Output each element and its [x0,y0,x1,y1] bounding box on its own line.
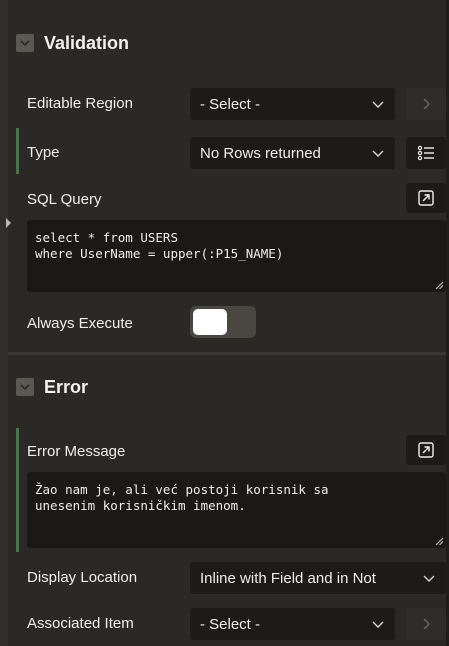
error-message-editor[interactable]: Žao nam je, ali već postoji korisnik sa u… [27,472,446,548]
always-execute-label: Always Execute [27,315,133,332]
display-location-label: Display Location [27,569,138,586]
editable-region-label: Editable Region [27,95,133,112]
toggle-knob [193,309,227,335]
type-list-button[interactable] [406,137,446,169]
error-section-title: Error [44,376,89,397]
error-message-line-2: unesenim korisničkim imenom. [35,498,246,513]
expand-icon [418,190,434,206]
property-editor-panel: Validation Editable Region - Select - Ty… [0,0,449,646]
validation-section-header[interactable]: Validation [16,22,129,64]
sql-query-line-1: select * from USERS [35,230,178,245]
validation-section-title: Validation [44,32,130,53]
required-indicator [16,128,19,174]
section-divider [8,352,446,355]
display-location-select[interactable]: Inline with Field and in Not [190,562,446,594]
chevron-down-icon [423,575,435,582]
chevron-down-icon [372,621,384,628]
associated-item-select[interactable]: - Select - [190,608,395,640]
chevron-down-icon [372,101,384,108]
type-label: Type [27,144,60,161]
required-indicator [16,428,19,552]
type-select[interactable]: No Rows returned [190,137,395,169]
editable-region-select[interactable]: - Select - [190,88,395,120]
sql-query-label: SQL Query [27,191,102,208]
associated-item-go-button[interactable] [406,608,446,640]
resize-grip-icon[interactable] [434,280,444,290]
chevron-down-icon[interactable] [16,378,34,396]
splitter-handle-icon[interactable] [6,218,11,228]
list-icon [417,145,434,161]
error-message-expand-button[interactable] [406,435,446,465]
error-message-line-1: Žao nam je, ali već postoji korisnik sa [35,482,329,497]
type-value: No Rows returned [200,144,321,162]
associated-item-label: Associated Item [27,615,134,632]
chevron-down-icon [372,150,384,157]
sql-query-line-2: where UserName = upper(:P15_NAME) [35,246,284,261]
resize-grip-icon[interactable] [434,536,444,546]
display-location-value: Inline with Field and in Not [200,569,376,587]
editable-region-go-button[interactable] [406,88,446,120]
chevron-down-icon[interactable] [16,34,34,52]
expand-icon [418,442,434,458]
associated-item-value: - Select - [200,615,261,633]
error-section-header[interactable]: Error [16,366,88,408]
sql-query-expand-button[interactable] [406,183,446,213]
always-execute-toggle[interactable] [190,306,256,338]
sql-query-editor[interactable]: select * from USERS where UserName = uppe… [27,220,446,292]
chevron-right-icon [423,618,430,630]
left-gutter [0,0,8,646]
chevron-right-icon [423,98,430,110]
editable-region-value: - Select - [200,95,261,113]
error-message-label: Error Message [27,443,126,460]
